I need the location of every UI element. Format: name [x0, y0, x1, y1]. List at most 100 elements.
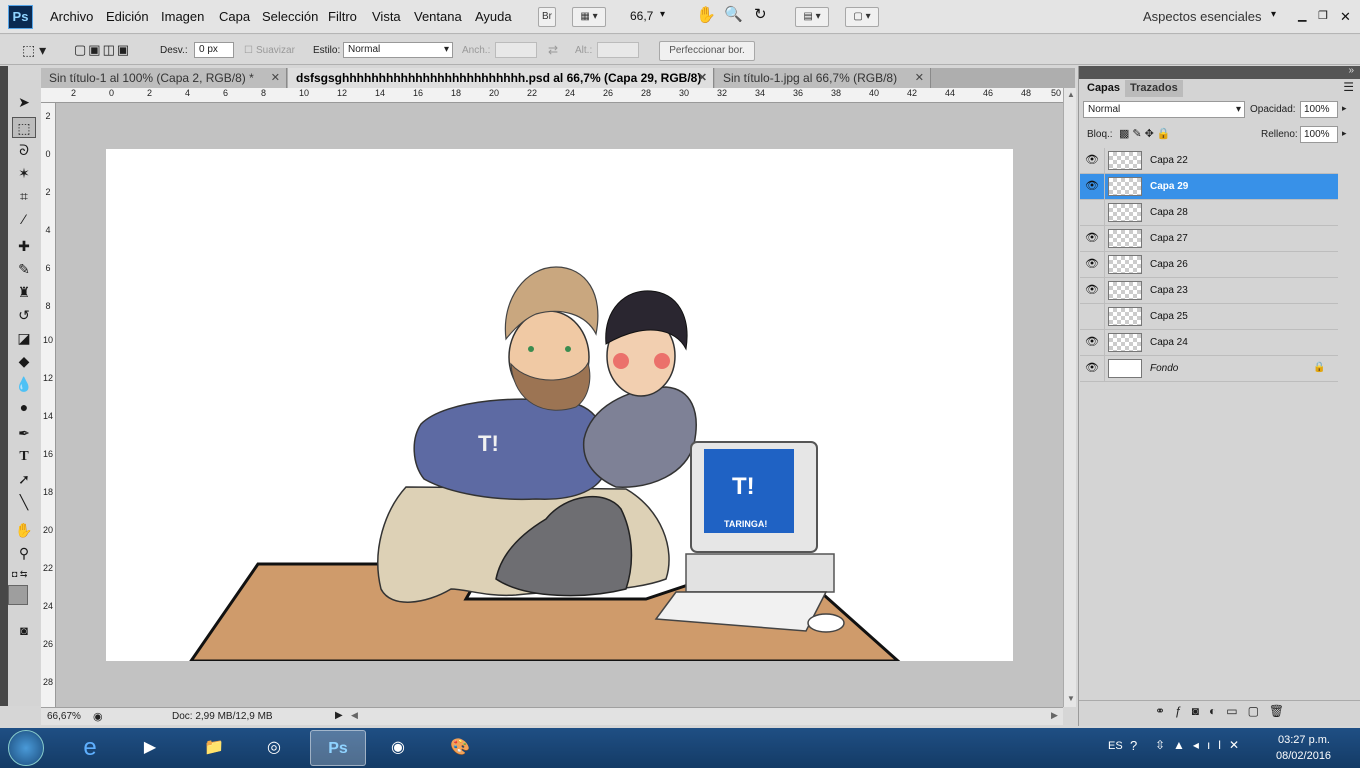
visibility-eye-empty[interactable] — [1080, 304, 1105, 329]
fill-input[interactable]: 100% — [1300, 126, 1338, 143]
visibility-eye-icon[interactable]: 👁 — [1080, 252, 1105, 277]
default-colors-icon[interactable]: ◘ ⇆ — [12, 569, 27, 580]
screen-mode-icon[interactable]: ▢ ▾ — [845, 7, 879, 27]
zoom-tool-icon[interactable]: 🔍 — [724, 5, 743, 23]
tab-document-3[interactable]: Sin título-1.jpg al 66,7% (RGB/8) ✕ — [715, 68, 931, 88]
visibility-eye-icon[interactable]: 👁 — [1080, 278, 1105, 303]
close-icon[interactable]: ✕ — [915, 68, 924, 88]
rotate-view-icon[interactable]: ↻ — [754, 5, 767, 23]
workspace-dropdown-icon[interactable]: ▾ — [1271, 9, 1276, 20]
opacity-input[interactable]: 100% — [1300, 101, 1338, 118]
opacity-slider-icon[interactable]: ▸ — [1342, 103, 1347, 114]
paint-bucket-icon[interactable]: ◆ — [12, 351, 36, 372]
height-input[interactable] — [597, 42, 639, 58]
layer-row[interactable]: Capa 25 — [1080, 304, 1338, 330]
layer-row[interactable]: 👁 Capa 29 — [1080, 174, 1338, 200]
fill-slider-icon[interactable]: ▸ — [1342, 128, 1347, 139]
workspace-switcher[interactable]: Aspectos esenciales — [1143, 9, 1262, 24]
zoom-dropdown-icon[interactable]: ▾ — [660, 9, 665, 20]
lasso-tool-icon[interactable]: ᘐ — [12, 140, 36, 161]
style-select[interactable]: Normal ▾ — [343, 42, 453, 58]
menu-seleccion[interactable]: Selección — [262, 9, 318, 24]
layer-actions-icons[interactable]: ⚭ƒ◙◐▭▢🗑 — [1155, 704, 1294, 718]
layer-row[interactable]: 👁 Capa 22 — [1080, 148, 1338, 174]
scroll-down-icon[interactable]: ▼ — [1067, 694, 1075, 703]
minimize-icon[interactable]: ▁ — [1298, 9, 1306, 22]
paint-icon[interactable]: 🎨 — [432, 730, 488, 766]
lock-options-icons[interactable]: ▩✎✥🔒 — [1119, 127, 1174, 140]
canvas-workspace[interactable]: T! T! TARINGA! — [56, 103, 1063, 707]
blur-tool-icon[interactable]: 💧 — [12, 374, 36, 395]
layer-row[interactable]: Capa 28 — [1080, 200, 1338, 226]
zoom-level[interactable]: 66,7 — [630, 9, 653, 23]
layer-row[interactable]: 👁 Fondo 🔒 — [1080, 356, 1338, 382]
menu-capa[interactable]: Capa — [219, 9, 250, 24]
marquee-tool-icon[interactable]: ⬚ — [12, 117, 36, 138]
visibility-eye-icon[interactable]: 👁 — [1080, 226, 1105, 251]
collapse-icon[interactable]: » — [1348, 65, 1354, 76]
restore-icon[interactable]: ❐ — [1318, 9, 1328, 22]
dodge-tool-icon[interactable]: ● — [12, 397, 36, 418]
move-tool-icon[interactable]: ➤ — [12, 92, 36, 113]
healing-brush-icon[interactable]: ✚ — [12, 236, 36, 257]
menu-archivo[interactable]: Archivo — [50, 9, 93, 24]
status-menu-icon[interactable]: ▶ — [335, 710, 343, 721]
refine-edge-button[interactable]: Perfeccionar bor. — [659, 41, 755, 61]
foreground-color-swatch[interactable] — [8, 585, 28, 605]
visibility-eye-icon[interactable]: 👁 — [1080, 148, 1105, 173]
menu-vista[interactable]: Vista — [372, 9, 401, 24]
hand-tool-icon[interactable]: ✋ — [696, 5, 716, 25]
magic-wand-icon[interactable]: ✶ — [12, 163, 36, 184]
tray-icons[interactable]: ⇳▲◂ıl✕ — [1155, 738, 1247, 752]
chrome-icon[interactable]: ◉ — [370, 730, 426, 766]
arrange-documents-icon[interactable]: ▤ ▾ — [795, 7, 829, 27]
visibility-eye-icon[interactable]: 👁 — [1080, 174, 1105, 199]
marquee-preset-icon[interactable]: ⬚ ▾ — [22, 42, 46, 59]
swap-dimensions-icon[interactable]: ⇄ — [548, 43, 558, 57]
bridge-button[interactable]: Br — [538, 7, 556, 27]
hand-tool-icon[interactable]: ✋ — [12, 520, 36, 541]
help-icon[interactable]: ? — [1130, 738, 1137, 753]
pen-tool-icon[interactable]: ✒ — [12, 423, 36, 444]
tab-paths[interactable]: Trazados — [1125, 80, 1183, 97]
layer-row[interactable]: 👁 Capa 26 — [1080, 252, 1338, 278]
type-tool-icon[interactable]: T — [12, 446, 36, 467]
clock-time[interactable]: 03:27 p.m. — [1278, 734, 1330, 746]
tab-document-2[interactable]: dsfsgsghhhhhhhhhhhhhhhhhhhhhhhhh.psd al … — [288, 68, 714, 88]
clock-date[interactable]: 08/02/2016 — [1276, 750, 1331, 762]
start-button[interactable] — [8, 730, 44, 766]
scroll-left-icon[interactable]: ◀ — [351, 710, 358, 721]
selection-mode-icons[interactable]: ▢▣◫▣ — [74, 42, 131, 58]
status-zoom[interactable]: 66,67% — [47, 711, 81, 722]
width-input[interactable] — [495, 42, 537, 58]
layer-row[interactable]: 👁 Capa 27 — [1080, 226, 1338, 252]
path-selection-icon[interactable]: ➚ — [12, 469, 36, 490]
menu-ventana[interactable]: Ventana — [414, 9, 462, 24]
menu-imagen[interactable]: Imagen — [161, 9, 204, 24]
vertical-scrollbar[interactable]: ▲ ▼ — [1063, 88, 1076, 707]
antialias-checkbox[interactable]: ☐ — [244, 45, 253, 56]
close-icon[interactable]: ✕ — [1340, 9, 1351, 25]
layer-row[interactable]: 👁 Capa 23 — [1080, 278, 1338, 304]
internet-explorer-icon[interactable]: e — [62, 730, 118, 766]
quick-mask-icon[interactable]: ◙ — [12, 620, 36, 641]
close-icon[interactable]: ✕ — [271, 68, 280, 88]
visibility-eye-icon[interactable]: 👁 — [1080, 356, 1105, 381]
menu-edicion[interactable]: Edición — [106, 9, 149, 24]
status-info-icon[interactable]: ◉ — [93, 710, 103, 723]
scroll-up-icon[interactable]: ▲ — [1067, 90, 1075, 99]
menu-filtro[interactable]: Filtro — [328, 9, 357, 24]
visibility-eye-icon[interactable]: 👁 — [1080, 330, 1105, 355]
media-player-icon[interactable]: ▶ — [122, 730, 178, 766]
close-icon[interactable]: ✕ — [698, 68, 707, 88]
scroll-right-icon[interactable]: ▶ — [1051, 710, 1058, 721]
feather-input[interactable]: 0 px — [194, 42, 234, 58]
blend-mode-select[interactable]: Normal ▾ — [1083, 101, 1245, 118]
tab-document-1[interactable]: Sin título-1 al 100% (Capa 2, RGB/8) * ✕ — [41, 68, 287, 88]
app-icon[interactable]: ◎ — [246, 730, 302, 766]
layer-row[interactable]: 👁 Capa 24 — [1080, 330, 1338, 356]
history-brush-icon[interactable]: ↺ — [12, 305, 36, 326]
file-explorer-icon[interactable]: 📁 — [186, 730, 242, 766]
mini-bridge-icon[interactable]: ▦ ▾ — [572, 7, 606, 27]
tab-layers[interactable]: Capas — [1082, 80, 1126, 97]
